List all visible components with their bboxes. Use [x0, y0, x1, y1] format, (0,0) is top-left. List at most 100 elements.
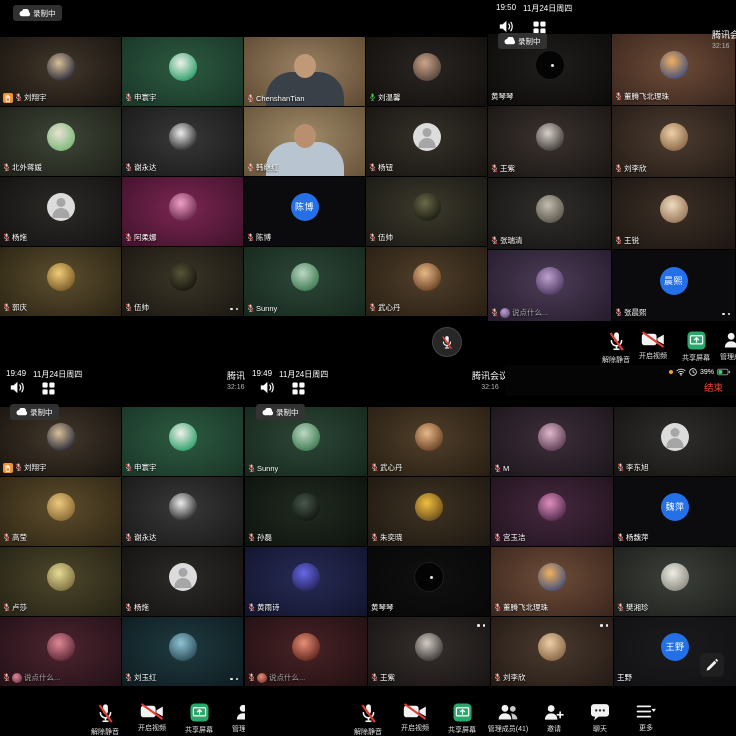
participant-tile[interactable]: 陈博 陈博 [244, 177, 365, 246]
participant-tile[interactable]: 刘李欣 [612, 106, 735, 177]
participant-tile[interactable]: 谢永达 [122, 477, 243, 546]
toolbar-button-camoff[interactable]: 开启视频 [138, 703, 166, 733]
participant-tile[interactable]: 谢永达 [122, 107, 243, 176]
participant-tile[interactable]: 韩继红 [244, 107, 365, 176]
participant-tile[interactable]: 北外蒋媛 [0, 107, 121, 176]
participant-tile[interactable]: 王锐 [612, 178, 735, 249]
participant-tile[interactable]: 说点什么... [488, 250, 611, 321]
mic-muted-icon [125, 603, 132, 612]
mic-muted-icon [617, 603, 624, 612]
toolbar-button-share[interactable]: 共享屏幕 [185, 703, 213, 735]
participant-tile[interactable]: 伍帅 [366, 177, 487, 246]
toolbar-button-micoff[interactable]: 解除静音 [354, 703, 382, 736]
recording-badge: 录制中 [13, 5, 62, 21]
toolbar-button-camoff[interactable]: 开启视频 [401, 703, 429, 733]
toolbar-button-micoff[interactable]: 解除静音 [91, 703, 119, 736]
participant-tile[interactable]: 王紫 [488, 106, 611, 177]
toolbar-button-camoff[interactable]: 开启视频 [639, 331, 667, 361]
mic-muted-icon [617, 533, 624, 542]
toolbar-label: 开启视频 [639, 351, 667, 361]
participant-tile[interactable]: 王紫 [368, 617, 490, 686]
toolbar-label: 管理成员 [232, 724, 245, 734]
participant-tile[interactable]: 魏萍 杨魏萍 [614, 477, 736, 546]
participant-tile[interactable]: 申寰宇 [122, 407, 243, 476]
mic-status-icon [615, 164, 622, 173]
mic-muted-icon [248, 533, 255, 542]
meeting-window-top-left: 录制中 刘翔宇 申寰宇 ChenshanTian 刘温馨 北外蒋媛 谢永达 韩继… [0, 0, 488, 365]
participant-tile[interactable]: 说点什么... [245, 617, 367, 686]
caption-placeholder: 说点什么... [269, 672, 305, 683]
participant-tile[interactable]: 晨熙 张晨熙 [612, 250, 735, 321]
toolbar-button-micoff[interactable]: 解除静音 [602, 331, 630, 365]
participant-tile[interactable]: 杨钮 [366, 107, 487, 176]
participant-tile[interactable]: Sunny [244, 247, 365, 316]
participant-tile[interactable]: 申寰宇 [122, 37, 243, 106]
participant-tile[interactable]: ChenshanTian [244, 37, 365, 106]
participant-nameplate: 伍帅 [369, 232, 393, 243]
participant-tile[interactable]: 孙磊 [245, 477, 367, 546]
clock-icon [689, 368, 697, 376]
avatar [536, 123, 564, 151]
participant-tile[interactable]: M [491, 407, 613, 476]
toolbar-button-more[interactable]: 更多 [636, 703, 657, 733]
participant-tile[interactable]: 樊湘珍 [614, 547, 736, 616]
participant-nameplate: 黄雨诗 [248, 602, 280, 613]
avatar [169, 53, 197, 81]
annotate-button[interactable] [700, 653, 724, 677]
recording-label: 录制中 [30, 407, 53, 418]
participant-tile[interactable]: 杨炧 [0, 177, 121, 246]
participant-tile[interactable]: 武心丹 [366, 247, 487, 316]
participant-nameplate: 董腾飞北理珠 [615, 91, 669, 102]
participant-tile[interactable]: 杨炧 [122, 547, 243, 616]
toolbar-label: 解除静音 [354, 727, 382, 736]
participant-tile[interactable]: 刘温馨 [366, 37, 487, 106]
toolbar-button-people[interactable]: 管理成员 [720, 331, 736, 362]
initials-avatar: 晨熙 [660, 267, 688, 295]
participant-tile[interactable]: 说点什么... [0, 617, 121, 686]
mic-status-icon [491, 164, 498, 173]
participant-tile[interactable]: 高莹 [0, 477, 121, 546]
participant-name: ChenshanTian [256, 94, 305, 103]
toolbar-button-share[interactable]: 共享屏幕 [448, 703, 476, 735]
avatar [47, 563, 75, 591]
mic-muted-icon [491, 308, 498, 317]
participant-tile[interactable]: 郭庆 [0, 247, 121, 316]
floating-mute-button[interactable] [432, 327, 462, 357]
participant-tile[interactable]: 武心丹 [368, 407, 490, 476]
layout-switch-button[interactable] [42, 382, 55, 400]
mic-status-icon [494, 533, 501, 542]
participant-name: 王野 [617, 672, 632, 683]
toolbar-button-invite[interactable]: 邀请 [544, 703, 565, 734]
toolbar-button-share[interactable]: 共享屏幕 [682, 331, 710, 363]
end-meeting-button[interactable]: 结束 [704, 380, 723, 394]
participant-tile[interactable]: 黄雨诗 [245, 547, 367, 616]
mic-muted-icon [441, 335, 453, 350]
mic-status-icon [617, 463, 624, 472]
participant-tile[interactable]: 阿柔娜 [122, 177, 243, 246]
participant-tile[interactable]: 卢莎 [0, 547, 121, 616]
speaker-toggle[interactable] [10, 381, 26, 399]
toolbar-button-people[interactable]: 管理成员 [232, 703, 245, 734]
participant-tile[interactable]: 黄琴琴 [368, 547, 490, 616]
participant-tile[interactable]: 张瑞清 [488, 178, 611, 249]
caption-placeholder: 说点什么... [512, 307, 548, 318]
participant-tile[interactable]: 刘李欣 [491, 617, 613, 686]
participant-tile[interactable]: 朱奕晓 [368, 477, 490, 546]
toolbar-button-people[interactable]: 管理成员(41) [488, 703, 528, 734]
default-avatar [661, 423, 689, 451]
participant-tile[interactable]: 刘翔宇 [0, 37, 121, 106]
toolbar-button-chat[interactable]: 聊天 [590, 703, 610, 734]
battery-icon [717, 368, 731, 376]
participant-tile[interactable]: 刘玉红 [122, 617, 243, 686]
participant-name: 张瑞清 [500, 235, 523, 246]
participant-tile[interactable]: 宫玉洁 [491, 477, 613, 546]
participant-tile[interactable]: 李东旭 [614, 407, 736, 476]
layout-switch-button[interactable] [292, 382, 305, 400]
avatar [660, 51, 688, 79]
speaker-toggle[interactable] [260, 381, 276, 399]
mic-status-icon [125, 603, 132, 612]
toolbar-label: 开启视频 [138, 723, 166, 733]
avatar [538, 423, 566, 451]
participant-tile[interactable]: 伍帅 [122, 247, 243, 316]
participant-tile[interactable]: 董腾飞北理珠 [491, 547, 613, 616]
